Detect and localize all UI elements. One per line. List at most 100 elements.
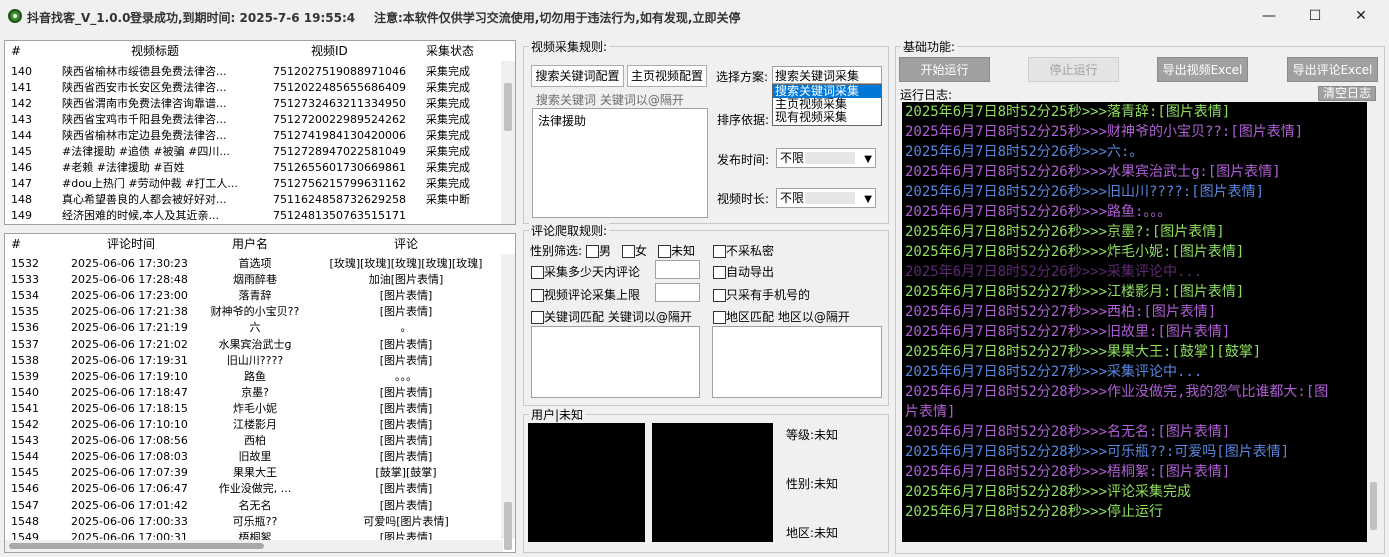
table-row[interactable]: 1546 2025-06-06 17:06:47 作业没做完, ... [图片表情]	[5, 481, 515, 497]
username: 果果大王	[233, 466, 277, 480]
table-row[interactable]: 1541 2025-06-06 17:18:15 炸毛小妮 [图片表情]	[5, 401, 515, 417]
scheme-option[interactable]: 现有视频采集	[773, 111, 881, 124]
comment-table-scroll-thumb[interactable]	[504, 502, 512, 550]
comment-table[interactable]: # 评论时间 用户名 评论 1532 2025-06-06 17:30:23 首选项…	[4, 233, 516, 553]
table-row[interactable]: 146 #老赖 #法律援助 #百姓 7512655601730669861 采集完成	[5, 160, 515, 176]
username: 烟雨醉巷	[233, 273, 277, 287]
checkbox-keyword-match[interactable]: 关键词匹配 关键词以@隔开	[531, 308, 692, 325]
col-header-username[interactable]: 用户名	[232, 234, 268, 254]
table-row[interactable]: 148 真心希望善良的人都会被好好对... 7511624858732629258 采…	[5, 192, 515, 208]
table-row[interactable]: 144 陕西省榆林市定边县免费法律咨... 7512741984130420006 采…	[5, 128, 515, 144]
checkbox-auto-export[interactable]: 自动导出	[713, 263, 774, 280]
table-row[interactable]: 145 #法律援助 #追债 #被骗 #四川... 75127289470225810…	[5, 144, 515, 160]
checkbox-limit[interactable]: 视频评论采集上限	[531, 286, 640, 303]
table-row[interactable]: 1536 2025-06-06 17:21:19 六 。	[5, 320, 515, 336]
export-comment-button[interactable]: 导出评论Excel	[1287, 57, 1378, 82]
keyword-textarea[interactable]: 法律援助	[532, 108, 708, 218]
table-row[interactable]: 143 陕西省宝鸡市千阳县免费法律咨... 7512720022989524262 采…	[5, 112, 515, 128]
run-log-scrollbar[interactable]	[1367, 102, 1380, 542]
table-row[interactable]: 1535 2025-06-06 17:21:38 财神爷的小宝贝?? [图片表情]	[5, 304, 515, 320]
limit-input[interactable]	[655, 283, 700, 302]
checkbox-region-match-label: 地区匹配 地区以@隔开	[726, 310, 850, 324]
stop-button[interactable]: 停止运行	[1028, 57, 1119, 82]
table-row[interactable]: 141 陕西省西安市长安区免费法律咨... 7512022485655686409 采…	[5, 80, 515, 96]
table-row[interactable]: 1538 2025-06-06 17:19:31 旧山川???? [图片表情]	[5, 353, 515, 369]
run-log-scroll-thumb[interactable]	[1370, 482, 1377, 530]
username: 落青辞	[238, 289, 272, 303]
scheme-select[interactable]: 搜索关键词采集	[772, 66, 882, 84]
col-header-id[interactable]: 视频ID	[311, 41, 348, 61]
close-button[interactable]: ✕	[1338, 0, 1384, 32]
checkbox-phone-only[interactable]: 只采有手机号的	[713, 286, 810, 303]
table-row[interactable]: 140 陕西省榆林市绥德县免费法律咨... 7512027519088971046 采…	[5, 64, 515, 80]
checkbox-region-match[interactable]: 地区匹配 地区以@隔开	[713, 308, 850, 325]
tab-keyword-config[interactable]: 搜索关键词配置	[531, 65, 624, 87]
comment-time: 2025-06-06 17:23:00	[71, 289, 188, 303]
maximize-button[interactable]: ☐	[1292, 0, 1338, 32]
checkbox-icon[interactable]	[713, 311, 726, 324]
comment-text: 。。。	[395, 369, 417, 383]
table-row[interactable]: 1533 2025-06-06 17:28:48 烟雨醉巷 加油[图片表情]	[5, 272, 515, 288]
table-row[interactable]: 1540 2025-06-06 17:18:47 京墨? [图片表情]	[5, 385, 515, 401]
video-table[interactable]: # 视频标题 视频ID 采集状态 140 陕西省榆林市绥德县免费法律咨... 751…	[4, 40, 516, 225]
col-header-status[interactable]: 采集状态	[426, 41, 474, 61]
comment-table-scrollbar[interactable]	[501, 254, 515, 550]
keyword-value: 法律援助	[538, 114, 587, 128]
publish-time-select[interactable]: 不限 ▼	[776, 148, 876, 168]
col-header-comment[interactable]: 评论	[394, 234, 418, 254]
checkbox-icon[interactable]	[622, 245, 635, 258]
clear-log-button[interactable]: 清空日志	[1318, 86, 1376, 101]
col-header-comment-time[interactable]: 评论时间	[107, 234, 155, 254]
comment-table-hscroll-thumb[interactable]	[9, 543, 264, 549]
checkbox-no-private[interactable]: 不采私密	[713, 242, 774, 259]
run-log[interactable]: 2025年6月7日8时52分25秒>>>落青辞:[图片表情] 2025年6月7日8…	[902, 102, 1367, 542]
keyword-match-textarea[interactable]	[531, 326, 700, 398]
tab-homepage-config[interactable]: 主页视频配置	[627, 65, 707, 87]
duration-value: 不限	[780, 191, 805, 205]
checkbox-icon[interactable]	[713, 245, 726, 258]
table-row[interactable]: 1534 2025-06-06 17:23:00 落青辞 [图片表情]	[5, 288, 515, 304]
checkbox-icon[interactable]	[531, 266, 544, 279]
table-row[interactable]: 1545 2025-06-06 17:07:39 果果大王 [鼓掌][鼓掌]	[5, 465, 515, 481]
duration-select[interactable]: 不限 ▼	[776, 188, 876, 208]
days-input[interactable]	[655, 260, 700, 279]
export-video-button[interactable]: 导出视频Excel	[1157, 57, 1248, 82]
table-row[interactable]: 147 #dou上热门 #劳动仲裁 #打工人... 7512756215799631…	[5, 176, 515, 192]
comment-text: [图片表情]	[379, 337, 433, 351]
checkbox-icon[interactable]	[658, 245, 671, 258]
video-id: 7512741984130420006	[273, 129, 406, 142]
video-table-scrollbar[interactable]	[501, 61, 515, 224]
comment-table-hscrollbar[interactable]	[5, 540, 503, 552]
col-header-title[interactable]: 视频标题	[131, 41, 179, 61]
checkbox-days[interactable]: 采集多少天内评论	[531, 263, 640, 280]
table-row[interactable]: 149 经济困难的时候,本人及其近亲... 7512481350763515171	[5, 208, 515, 224]
video-title: 真心希望善良的人都会被好好对...	[62, 193, 227, 206]
table-row[interactable]: 1539 2025-06-06 17:19:10 路鱼 。。。	[5, 369, 515, 385]
table-row[interactable]: 1547 2025-06-06 17:01:42 名无名 [图片表情]	[5, 498, 515, 514]
table-row[interactable]: 1542 2025-06-06 17:10:10 江楼影月 [图片表情]	[5, 417, 515, 433]
checkbox-icon[interactable]	[531, 289, 544, 302]
checkbox-icon[interactable]	[531, 311, 544, 324]
table-row[interactable]: 1544 2025-06-06 17:08:03 旧故里 [图片表情]	[5, 449, 515, 465]
table-row[interactable]: 1537 2025-06-06 17:21:02 水果宾治武士ɡ [图片表情]	[5, 337, 515, 353]
col-header-index[interactable]: #	[11, 41, 21, 61]
checkbox-unknown[interactable]: 未知	[658, 242, 695, 259]
comment-text: [图片表情]	[379, 450, 433, 464]
checkbox-icon[interactable]	[713, 266, 726, 279]
start-button[interactable]: 开始运行	[899, 57, 990, 82]
table-row[interactable]: 1548 2025-06-06 17:00:33 可乐瓶?? 可爱吗[图片表情]	[5, 514, 515, 530]
video-id: 7512732463211334950	[273, 97, 406, 110]
checkbox-icon[interactable]	[713, 289, 726, 302]
user-avatar	[528, 423, 645, 542]
log-line: 2025年6月7日8时52分26秒>>>旧山川????:[图片表情]	[905, 184, 1265, 200]
checkbox-female[interactable]: 女	[622, 242, 647, 259]
minimize-button[interactable]: —	[1246, 0, 1292, 32]
table-row[interactable]: 1532 2025-06-06 17:30:23 首选项 [玫瑰][玫瑰][玫瑰][玫…	[5, 256, 515, 272]
table-row[interactable]: 1543 2025-06-06 17:08:56 西柏 [图片表情]	[5, 433, 515, 449]
checkbox-male[interactable]: 男	[586, 242, 611, 259]
checkbox-icon[interactable]	[586, 245, 599, 258]
video-table-scroll-thumb[interactable]	[504, 83, 512, 131]
table-row[interactable]: 142 陕西省渭南市免费法律咨询靠谱... 7512732463211334950 采…	[5, 96, 515, 112]
region-match-textarea[interactable]	[712, 326, 882, 398]
col-header-comment-index[interactable]: #	[11, 234, 21, 254]
